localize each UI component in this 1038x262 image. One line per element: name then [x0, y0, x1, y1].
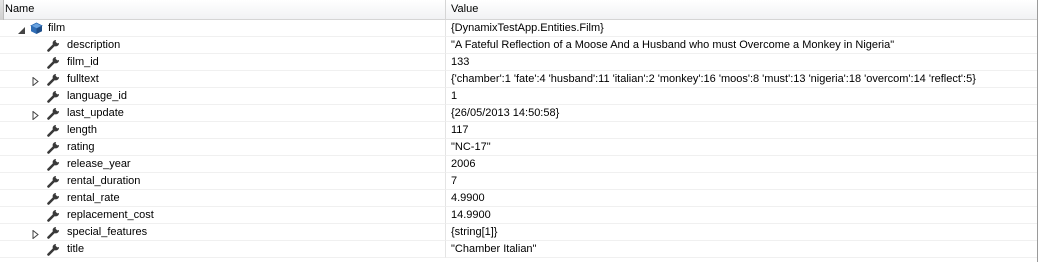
- property-name-cell[interactable]: rating: [0, 139, 446, 156]
- property-name-cell[interactable]: fulltext: [0, 71, 446, 88]
- property-value[interactable]: 7: [446, 173, 1037, 190]
- property-name: replacement_cost: [67, 209, 154, 221]
- property-name: film_id: [67, 56, 99, 68]
- property-row-rating[interactable]: rating "NC-17": [0, 139, 1037, 156]
- property-row-film-id[interactable]: film_id 133: [0, 54, 1037, 71]
- property-name: last_update: [67, 107, 124, 119]
- property-row-release-year[interactable]: release_year 2006: [0, 156, 1037, 173]
- property-name: title: [67, 243, 85, 255]
- property-wrench-icon: [47, 39, 60, 52]
- property-value[interactable]: "NC-17": [446, 139, 1037, 156]
- property-value[interactable]: "A Fateful Reflection of a Moose And a H…: [446, 37, 1037, 54]
- property-row-last-update[interactable]: last_update {26/05/2013 14:50:58}: [0, 105, 1037, 122]
- property-value[interactable]: {DynamixTestApp.Entities.Film}: [446, 20, 1037, 37]
- property-row-fulltext[interactable]: fulltext {'chamber':1 'fate':4 'husband':…: [0, 71, 1037, 88]
- property-name: description: [67, 39, 121, 51]
- property-value[interactable]: {string[1]}: [446, 224, 1037, 241]
- property-row-language-id[interactable]: language_id 1: [0, 88, 1037, 105]
- property-row-length[interactable]: length 117: [0, 122, 1037, 139]
- property-name: release_year: [67, 158, 131, 170]
- property-value[interactable]: "Chamber Italian": [446, 241, 1037, 258]
- property-name-cell[interactable]: language_id: [0, 88, 446, 105]
- property-wrench-icon: [47, 124, 60, 137]
- property-value[interactable]: 117: [446, 122, 1037, 139]
- property-wrench-icon: [47, 158, 60, 171]
- value-column-header[interactable]: Value: [446, 0, 1037, 19]
- property-name: rental_duration: [67, 175, 141, 187]
- property-name-cell[interactable]: replacement_cost: [0, 207, 446, 224]
- property-row-special-features[interactable]: special_features {string[1]}: [0, 224, 1037, 241]
- grid-header: Name Value: [0, 0, 1037, 20]
- expand-arrow-icon[interactable]: [31, 109, 40, 121]
- property-name-cell[interactable]: special_features: [0, 224, 446, 241]
- property-name-cell[interactable]: release_year: [0, 156, 446, 173]
- property-wrench-icon: [47, 141, 60, 154]
- property-wrench-icon: [47, 192, 60, 205]
- property-name: special_features: [67, 226, 148, 238]
- property-value[interactable]: {'chamber':1 'fate':4 'husband':11 'ital…: [446, 71, 1037, 88]
- property-value[interactable]: 4.9900: [446, 190, 1037, 207]
- property-name-cell[interactable]: film_id: [0, 54, 446, 71]
- property-name-cell[interactable]: description: [0, 37, 446, 54]
- expand-arrow-icon[interactable]: [31, 228, 40, 240]
- property-wrench-icon: [47, 226, 60, 239]
- grid-left-edge: [0, 0, 4, 20]
- property-row-replacement-cost[interactable]: replacement_cost 14.9900: [0, 207, 1037, 224]
- property-name-cell[interactable]: rental_rate: [0, 190, 446, 207]
- property-name: length: [67, 124, 97, 136]
- grid-rows: film {DynamixTestApp.Entities.Film} descri…: [0, 20, 1037, 258]
- property-wrench-icon: [47, 107, 60, 120]
- name-column-header[interactable]: Name: [0, 0, 446, 19]
- property-name: film: [48, 22, 66, 34]
- property-wrench-icon: [47, 90, 60, 103]
- property-wrench-icon: [47, 73, 60, 86]
- property-name: language_id: [67, 90, 127, 102]
- property-wrench-icon: [47, 243, 60, 256]
- property-row-title[interactable]: title "Chamber Italian": [0, 241, 1037, 258]
- watch-grid: Name Value film {DynamixTestApp.Entities.…: [0, 0, 1038, 262]
- property-row-film[interactable]: film {DynamixTestApp.Entities.Film}: [0, 20, 1037, 37]
- property-value[interactable]: 133: [446, 54, 1037, 71]
- property-row-description[interactable]: description "A Fateful Reflection of a Mo…: [0, 37, 1037, 54]
- property-row-rental-rate[interactable]: rental_rate 4.9900: [0, 190, 1037, 207]
- property-name-cell[interactable]: film: [0, 20, 446, 37]
- property-value[interactable]: {26/05/2013 14:50:58}: [446, 105, 1037, 122]
- property-name-cell[interactable]: title: [0, 241, 446, 258]
- object-icon: [30, 22, 43, 35]
- property-name-cell[interactable]: rental_duration: [0, 173, 446, 190]
- property-wrench-icon: [47, 56, 60, 69]
- property-value[interactable]: 14.9900: [446, 207, 1037, 224]
- property-row-rental-duration[interactable]: rental_duration 7: [0, 173, 1037, 190]
- property-wrench-icon: [47, 175, 60, 188]
- property-wrench-icon: [47, 209, 60, 222]
- property-name-cell[interactable]: length: [0, 122, 446, 139]
- property-name: fulltext: [67, 73, 99, 85]
- property-name: rating: [67, 141, 95, 153]
- property-name: rental_rate: [67, 192, 120, 204]
- property-value[interactable]: 2006: [446, 156, 1037, 173]
- expand-arrow-icon[interactable]: [31, 75, 40, 87]
- collapse-arrow-icon[interactable]: [17, 24, 26, 34]
- property-name-cell[interactable]: last_update: [0, 105, 446, 122]
- property-value[interactable]: 1: [446, 88, 1037, 105]
